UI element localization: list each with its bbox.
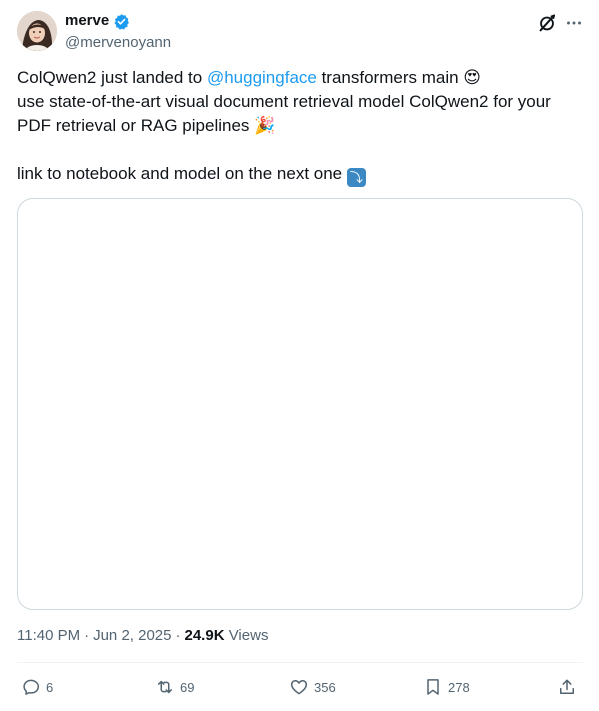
mention-link[interactable]: @huggingface [207, 68, 317, 87]
author-handle[interactable]: @mervenoyann [65, 34, 171, 52]
action-bar: 6 69 356 278 [0, 672, 599, 702]
verified-badge-icon [114, 13, 130, 30]
heart-icon [290, 680, 308, 695]
share-icon [560, 679, 574, 694]
share-button[interactable] [557, 672, 577, 702]
tweet-text-segment: use state-of-the-art visual document ret… [17, 92, 551, 135]
tweet-line-2: use state-of-the-art visual document ret… [17, 90, 587, 138]
tweet-meta: 11:40 PM · Jun 2, 2025 · 24.9K Views [17, 626, 269, 646]
media-card[interactable] [17, 198, 583, 610]
views-label: Views [228, 627, 269, 644]
tweet-text-segment: transformers main [316, 68, 464, 87]
repost-button[interactable]: 69 [155, 672, 194, 702]
reply-button[interactable]: 6 [21, 672, 53, 702]
reply-icon [23, 679, 40, 695]
arrow-down-emoji-icon: ⤵ [346, 168, 366, 187]
bookmark-button[interactable]: 278 [423, 672, 470, 702]
avatar-image [17, 11, 57, 51]
like-button[interactable]: 356 [289, 672, 336, 702]
more-options-icon[interactable] [563, 12, 585, 34]
tweet-time[interactable]: 11:40 PM [17, 626, 80, 646]
tweet-text-segment: link to notebook and model on the next o… [17, 164, 347, 183]
author-display-name[interactable]: merve [65, 12, 109, 30]
tweet-line-3: link to notebook and model on the next o… [17, 162, 587, 187]
divider [17, 662, 583, 663]
tweet-date[interactable]: Jun 2, 2025 [93, 626, 171, 646]
bookmark-icon [427, 679, 439, 695]
author-name-row: merve [65, 12, 130, 30]
repost-icon [158, 680, 172, 694]
repost-count: 69 [180, 679, 195, 695]
views-count: 24.9K [184, 627, 225, 644]
bookmark-count: 278 [448, 679, 470, 695]
tweet-text: ColQwen2 just landed to @huggingface tra… [17, 66, 587, 187]
party-popper-emoji-icon: 🎉 [254, 116, 276, 136]
like-count: 356 [314, 679, 336, 695]
tweet-line-1: ColQwen2 just landed to @huggingface tra… [17, 66, 587, 90]
reply-count: 6 [46, 679, 54, 695]
heart-eyes-emoji-icon: 😍 [463, 68, 482, 88]
grok-icon[interactable] [536, 12, 558, 34]
tweet-card: merve @mervenoyann ColQwen2 just landed … [0, 0, 599, 711]
tweet-text-segment: ColQwen2 just landed to [17, 68, 207, 87]
avatar[interactable] [17, 11, 57, 51]
